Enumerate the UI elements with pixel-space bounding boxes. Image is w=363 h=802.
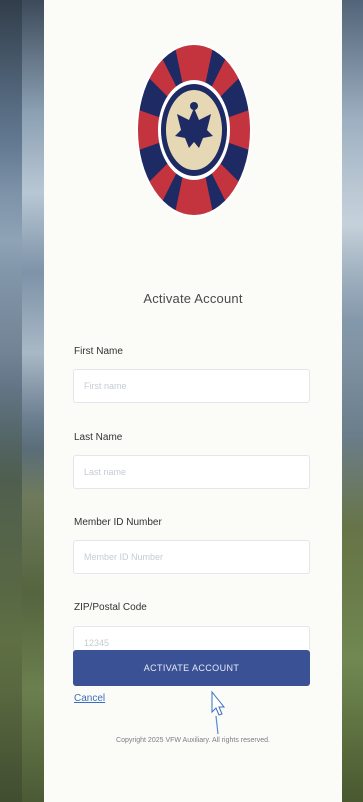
organization-logo [119,30,269,230]
copyright-text: Copyright 2025 VFW Auxiliary. All rights… [116,737,270,744]
background-left-edge [0,0,22,802]
first-name-input[interactable] [73,369,310,403]
mouse-pointer-icon [211,690,226,735]
cancel-link[interactable]: Cancel [74,693,105,704]
member-id-input[interactable] [73,540,310,574]
page-title: Activate Account [143,291,243,306]
activation-card: Activate Account First Name Last Name Me… [44,0,342,802]
activate-account-button[interactable]: ACTIVATE ACCOUNT [73,650,310,686]
last-name-label: Last Name [74,432,123,443]
last-name-input[interactable] [73,455,310,489]
zip-label: ZIP/Postal Code [74,602,147,613]
first-name-label: First Name [74,346,123,357]
cross-emblem-icon [136,43,252,217]
member-id-label: Member ID Number [74,517,162,528]
